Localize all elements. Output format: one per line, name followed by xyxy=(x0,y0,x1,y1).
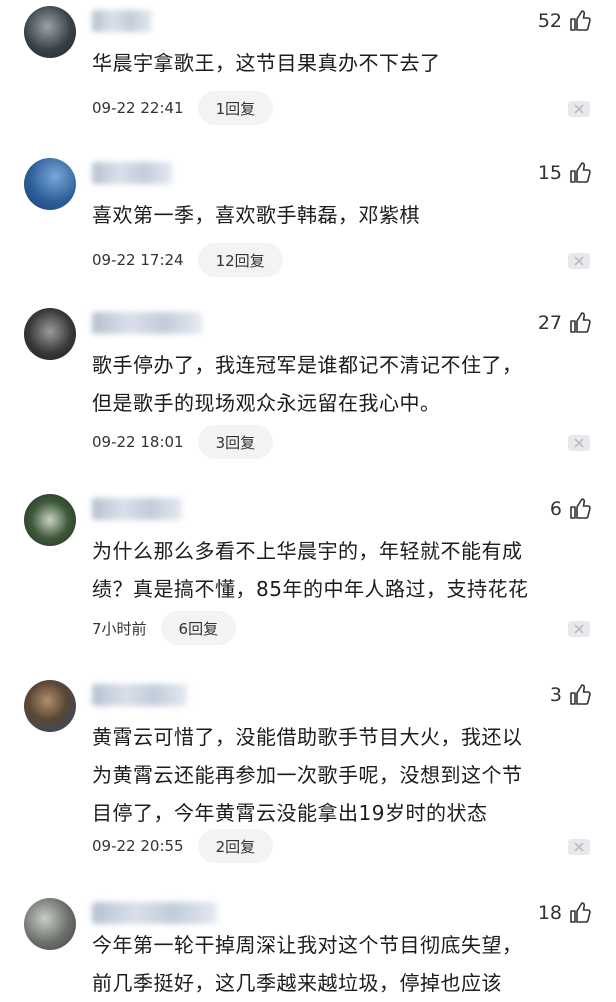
timestamp: 7小时前 xyxy=(92,619,147,638)
like-button[interactable]: 52 xyxy=(538,6,592,36)
username-blurred[interactable] xyxy=(92,684,187,706)
comment-item: 18 今年第一轮干掉周深让我对这个节目彻底失望， 前几季挺好，这几季越来越垃圾，… xyxy=(0,898,616,1000)
username-blurred[interactable] xyxy=(92,162,172,184)
like-count: 6 xyxy=(549,498,562,520)
timestamp: 09-22 18:01 xyxy=(92,433,184,451)
comment-text-line: 绩？真是搞不懂，85年的中年人路过，支持花花 xyxy=(92,577,529,601)
comment-text: 为什么那么多看不上华晨宇的，年轻就不能有成 绩？真是搞不懂，85年的中年人路过，… xyxy=(92,532,592,608)
reply-button[interactable]: 6回复 xyxy=(160,611,237,645)
close-icon xyxy=(574,256,584,266)
close-icon xyxy=(574,624,584,634)
comment-meta: 09-22 20:55 2回复 xyxy=(92,828,274,864)
username-blurred[interactable] xyxy=(92,10,152,32)
dismiss-button[interactable] xyxy=(568,253,590,269)
close-icon xyxy=(574,842,584,852)
comment-text-line: 黄霄云可惜了，没能借助歌手节目大火，我还以 xyxy=(92,725,523,749)
comment-meta: 7小时前 6回复 xyxy=(92,610,237,646)
like-button[interactable]: 3 xyxy=(550,680,592,710)
avatar[interactable] xyxy=(24,308,76,360)
like-count: 27 xyxy=(537,312,562,334)
comment-text: 喜欢第一季，喜欢歌手韩磊，邓紫棋 xyxy=(92,196,592,234)
comment-text: 今年第一轮干掉周深让我对这个节目彻底失望， 前几季挺好，这几季越来越垃圾，停掉也… xyxy=(92,926,592,1002)
username-blurred[interactable] xyxy=(92,902,217,924)
comment-text-line: 歌手停办了，我连冠军是谁都记不清记不住了， xyxy=(92,353,523,377)
avatar[interactable] xyxy=(24,6,76,58)
reply-button[interactable]: 3回复 xyxy=(197,425,274,459)
comment-text: 华晨宇拿歌王，这节目果真办不下去了 xyxy=(92,44,592,82)
username-blurred[interactable] xyxy=(92,498,182,520)
avatar[interactable] xyxy=(24,494,76,546)
reply-button[interactable]: 1回复 xyxy=(197,91,274,125)
comment-text: 黄霄云可惜了，没能借助歌手节目大火，我还以 为黄霄云还能再参加一次歌手呢，没想到… xyxy=(92,718,592,832)
avatar[interactable] xyxy=(24,158,76,210)
avatar[interactable] xyxy=(24,680,76,732)
thumbs-up-icon xyxy=(570,312,591,333)
like-count: 52 xyxy=(537,10,562,32)
comment-item: 52 华晨宇拿歌王，这节目果真办不下去了 09-22 22:41 1回复 xyxy=(0,6,616,156)
comment-item: 3 黄霄云可惜了，没能借助歌手节目大火，我还以 为黄霄云还能再参加一次歌手呢，没… xyxy=(0,680,616,900)
reply-button[interactable]: 2回复 xyxy=(197,829,274,863)
comment-text-line: 喜欢第一季，喜欢歌手韩磊，邓紫棋 xyxy=(92,203,420,227)
comment-item: 15 喜欢第一季，喜欢歌手韩磊，邓紫棋 09-22 17:24 12回复 xyxy=(0,158,616,308)
like-count: 18 xyxy=(537,902,562,924)
dismiss-button[interactable] xyxy=(568,621,590,637)
like-button[interactable]: 18 xyxy=(538,898,592,928)
thumbs-up-icon xyxy=(570,162,591,183)
timestamp: 09-22 17:24 xyxy=(92,251,184,269)
dismiss-button[interactable] xyxy=(568,435,590,451)
comment-text-line: 为什么那么多看不上华晨宇的，年轻就不能有成 xyxy=(92,539,523,563)
comment-item: 27 歌手停办了，我连冠军是谁都记不清记不住了， 但是歌手的现场观众永远留在我心… xyxy=(0,308,616,493)
like-button[interactable]: 6 xyxy=(550,494,592,524)
comment-meta: 09-22 17:24 12回复 xyxy=(92,242,283,278)
comment-meta: 09-22 18:01 3回复 xyxy=(92,424,274,460)
thumbs-up-icon xyxy=(570,684,591,705)
timestamp: 09-22 20:55 xyxy=(92,837,184,855)
like-count: 15 xyxy=(537,162,562,184)
username-blurred[interactable] xyxy=(92,312,202,334)
dismiss-button[interactable] xyxy=(568,839,590,855)
comment-feed: 52 华晨宇拿歌王，这节目果真办不下去了 09-22 22:41 1回复 15 … xyxy=(0,0,616,1000)
comment-meta: 09-22 22:41 1回复 xyxy=(92,90,274,126)
comment-text: 歌手停办了，我连冠军是谁都记不清记不住了， 但是歌手的现场观众永远留在我心中。 xyxy=(92,346,592,422)
close-icon xyxy=(574,438,584,448)
comment-item: 6 为什么那么多看不上华晨宇的，年轻就不能有成 绩？真是搞不懂，85年的中年人路… xyxy=(0,494,616,679)
close-icon xyxy=(574,104,584,114)
thumbs-up-icon xyxy=(570,10,591,31)
comment-text-line: 为黄霄云还能再参加一次歌手呢，没想到这个节 xyxy=(92,763,523,787)
comment-text-line: 华晨宇拿歌王，这节目果真办不下去了 xyxy=(92,51,441,75)
like-button[interactable]: 15 xyxy=(538,158,592,188)
reply-button[interactable]: 12回复 xyxy=(197,243,283,277)
dismiss-button[interactable] xyxy=(568,101,590,117)
comment-text-line: 前几季挺好，这几季越来越垃圾，停掉也应该 xyxy=(92,971,502,995)
comment-text-line: 今年第一轮干掉周深让我对这个节目彻底失望， xyxy=(92,933,523,957)
like-count: 3 xyxy=(549,684,562,706)
comment-text-line: 但是歌手的现场观众永远留在我心中。 xyxy=(92,391,441,415)
avatar[interactable] xyxy=(24,898,76,950)
thumbs-up-icon xyxy=(570,902,591,923)
like-button[interactable]: 27 xyxy=(538,308,592,338)
thumbs-up-icon xyxy=(570,498,591,519)
comment-text-line: 目停了，今年黄霄云没能拿出19岁时的状态 xyxy=(92,801,488,825)
timestamp: 09-22 22:41 xyxy=(92,99,184,117)
